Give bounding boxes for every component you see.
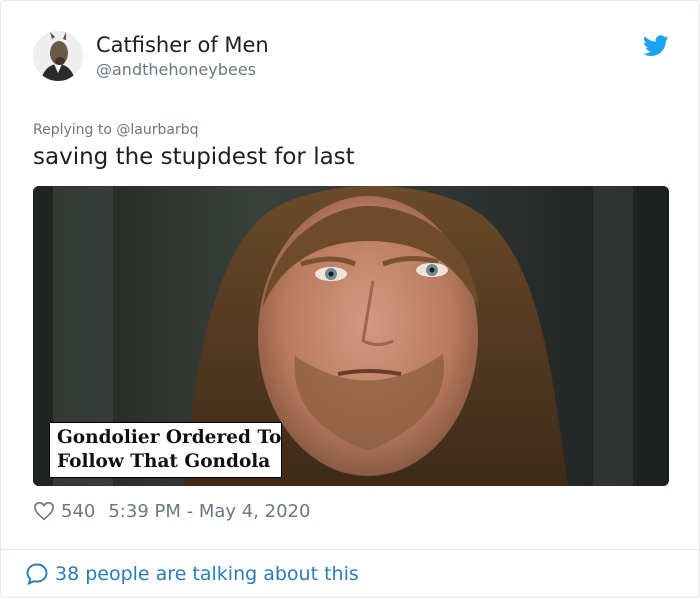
conversation-link[interactable]: 38 people are talking about this	[25, 560, 359, 588]
tweet-meta: 540 5:39 PM - May 4, 2020	[33, 498, 310, 524]
divider	[1, 549, 699, 550]
media-caption-line2: Follow That Gondola	[57, 451, 271, 472]
media-caption-line1: Gondolier Ordered To	[57, 427, 282, 448]
author-handle[interactable]: @andthehoneybees	[96, 60, 256, 79]
tweet-card: Catfisher of Men @andthehoneybees Replyi…	[0, 0, 700, 598]
heart-icon[interactable]	[33, 500, 55, 522]
avatar[interactable]	[33, 31, 83, 81]
media-caption: Gondolier Ordered To Follow That Gondola	[49, 422, 282, 478]
replying-to[interactable]: Replying to @laurbarbq	[33, 122, 198, 138]
conversation-label[interactable]: 38 people are talking about this	[55, 563, 359, 585]
twitter-bird-icon[interactable]	[643, 35, 669, 57]
author-name[interactable]: Catfisher of Men	[96, 33, 269, 57]
avatar-image	[33, 31, 83, 81]
timestamp[interactable]: 5:39 PM - May 4, 2020	[108, 501, 310, 522]
like-count[interactable]: 540	[61, 501, 95, 522]
speech-bubble-icon	[25, 562, 49, 586]
tweet-text: saving the stupidest for last	[33, 144, 355, 170]
